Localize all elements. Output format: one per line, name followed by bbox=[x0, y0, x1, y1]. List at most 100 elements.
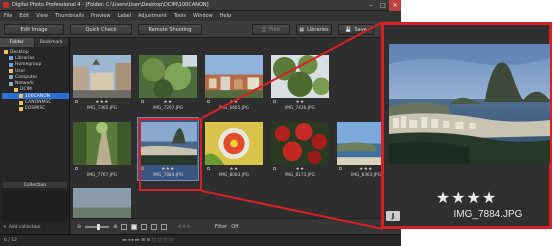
remote-shooting-label: Remote Shooting bbox=[148, 26, 192, 33]
view-large-icon[interactable] bbox=[131, 223, 138, 230]
quick-check-button[interactable]: Quick Check bbox=[70, 24, 132, 35]
image-count: 6 / 12 bbox=[4, 238, 17, 243]
print-button[interactable]: ⎙ Print bbox=[252, 24, 290, 35]
thumbnail-image[interactable] bbox=[73, 122, 131, 165]
add-collection-button[interactable]: + Add collection bbox=[3, 225, 41, 230]
folder-icon bbox=[9, 75, 13, 80]
menu-file[interactable]: File bbox=[4, 13, 12, 19]
menu-thumbnails[interactable]: Thumbnails bbox=[55, 13, 84, 19]
filter-value[interactable]: Off bbox=[231, 224, 238, 230]
thumbnail-image[interactable] bbox=[205, 55, 263, 98]
window-title: Digital Photo Professional 4 - [Folder: … bbox=[12, 2, 209, 8]
print-icon: ⎙ bbox=[261, 26, 266, 33]
thumbnail-image[interactable] bbox=[271, 55, 329, 98]
libraries-icon: ▦ bbox=[299, 26, 305, 33]
remote-shooting-button[interactable]: Remote Shooting bbox=[138, 24, 202, 35]
thumbnail-cell[interactable]: ★★ IMG_8083.JPG bbox=[204, 118, 264, 180]
zoomed-thumbnail-panel: ★★★★ J IMG_7884.JPG bbox=[381, 22, 552, 229]
zoom-in-icon[interactable]: ⊕ bbox=[113, 224, 117, 230]
thumbnail-filename: IMG_7365.JPG bbox=[87, 106, 117, 111]
folder-icon bbox=[9, 81, 13, 86]
nav-icons[interactable]: ◂◂ ◂ ▸ ▸▸ ⊞ ⊟ ▢ ▢ ▢ ▢ bbox=[122, 238, 173, 243]
folder-tree: Desktop Libraries Homegroup User Computer Net… bbox=[0, 47, 69, 112]
edit-image-label: Edit Image bbox=[20, 26, 48, 33]
toolbar: Edit Image Quick Check Remote Shooting ⎙… bbox=[0, 21, 401, 38]
tree-item-label: Libraries bbox=[15, 55, 35, 61]
close-icon[interactable]: × bbox=[389, 0, 401, 11]
maximize-icon[interactable]: □ bbox=[377, 0, 389, 11]
thumbnail-cell[interactable]: ★★★ IMG_7365.JPG bbox=[72, 51, 132, 113]
jpeg-badge: J bbox=[386, 211, 400, 221]
collection-list bbox=[2, 190, 68, 223]
thumbnail-image[interactable] bbox=[139, 55, 197, 98]
zoomed-star-rating: ★★★★ bbox=[435, 188, 498, 207]
libraries-label: Libraries bbox=[307, 26, 329, 33]
folder-icon bbox=[9, 56, 13, 61]
thumbnail-filename: IMG_8173.JPG bbox=[285, 173, 315, 178]
thumbnail-image[interactable] bbox=[73, 188, 131, 218]
menu-view[interactable]: View bbox=[36, 13, 48, 19]
save-icon: 💾 bbox=[345, 26, 352, 33]
thumbnail-image[interactable] bbox=[271, 122, 329, 165]
highlight-rectangle bbox=[139, 118, 202, 191]
view-compare-icon[interactable] bbox=[161, 223, 168, 230]
minimize-icon[interactable]: – bbox=[365, 0, 377, 11]
tree-item-label: EOSMISC bbox=[25, 106, 46, 112]
edit-image-button[interactable]: Edit Image bbox=[4, 24, 64, 35]
title-bar: Digital Photo Professional 4 - [Folder: … bbox=[0, 0, 401, 11]
view-list-icon[interactable] bbox=[141, 223, 148, 230]
folder-icon bbox=[19, 106, 23, 111]
menu-help[interactable]: Help bbox=[220, 13, 231, 19]
collection-tab[interactable]: Collection bbox=[2, 181, 68, 189]
thumbnail-image[interactable] bbox=[205, 122, 263, 165]
save-button[interactable]: 💾 Save bbox=[338, 24, 374, 35]
folder-icon bbox=[4, 50, 8, 55]
thumbnail-cell[interactable]: ★★ IMG_7436.JPG bbox=[270, 51, 330, 113]
panel-tabs: Folder Bookmark bbox=[0, 38, 69, 47]
plus-icon: + bbox=[3, 225, 7, 230]
menu-window[interactable]: Window bbox=[193, 13, 213, 19]
tree-item-label: Desktop bbox=[10, 49, 29, 55]
libraries-button[interactable]: ▦ Libraries bbox=[296, 24, 332, 35]
tab-folder[interactable]: Folder bbox=[0, 38, 35, 47]
menu-tools[interactable]: Tools bbox=[174, 13, 186, 19]
thumbnail-image[interactable] bbox=[73, 55, 131, 98]
folder-icon bbox=[14, 87, 18, 92]
star-rating[interactable]: ★★ bbox=[270, 100, 330, 105]
left-panel: Folder Bookmark Desktop Libraries Homegrou… bbox=[0, 38, 70, 234]
thumbnail-cell[interactable] bbox=[72, 184, 132, 218]
view-small-icon[interactable] bbox=[121, 223, 128, 230]
star-rating[interactable]: ★★ bbox=[204, 167, 264, 172]
zoom-out-icon[interactable]: ⊖ bbox=[77, 224, 81, 230]
menu-edit[interactable]: Edit bbox=[19, 13, 29, 19]
tree-item-label: 100CANON bbox=[25, 93, 51, 99]
bottom-toolbar: ⊖ ⊕ ☆☆☆ Filter Off bbox=[71, 218, 401, 234]
star-rating[interactable]: ★★ bbox=[270, 167, 330, 172]
window-controls: – □ × bbox=[365, 0, 401, 11]
folder-icon bbox=[9, 69, 13, 74]
app-icon bbox=[3, 2, 9, 8]
star-rating[interactable]: ★★★ bbox=[72, 100, 132, 105]
tree-item-label: User bbox=[15, 68, 26, 74]
checkmark-box[interactable] bbox=[75, 167, 78, 170]
thumbnail-filename: IMG_8083.JPG bbox=[219, 173, 249, 178]
menu-label[interactable]: Label bbox=[117, 13, 131, 19]
tree-item[interactable]: EOSMISC bbox=[2, 106, 69, 112]
thumbnail-cell[interactable]: ★★ IMG_7207.JPG bbox=[138, 51, 198, 113]
menu-preview[interactable]: Preview bbox=[91, 13, 110, 19]
menu-adjustment[interactable]: Adjustment bbox=[138, 13, 167, 19]
thumbnail-size-slider[interactable] bbox=[85, 223, 110, 230]
thumbnail-filename: IMG_6665.JPG bbox=[219, 106, 249, 111]
save-label: Save bbox=[354, 26, 367, 33]
view-grid-icon[interactable] bbox=[151, 223, 158, 230]
thumbnail-cell[interactable]: ★★ IMG_8173.JPG bbox=[270, 118, 330, 180]
tree-item-label: Network bbox=[15, 81, 34, 87]
thumbnail-cell[interactable]: ★★ IMG_6665.JPG bbox=[204, 51, 264, 113]
star-rating[interactable]: ★★ bbox=[138, 100, 198, 105]
tab-bookmark[interactable]: Bookmark bbox=[35, 38, 69, 47]
stars-filter-icon[interactable]: ☆☆☆ bbox=[177, 224, 190, 230]
star-rating[interactable]: ★★ bbox=[204, 100, 264, 105]
tree-item-label: DCIM bbox=[20, 87, 32, 93]
menu-bar: File Edit View Thumbnails Preview Label … bbox=[0, 11, 401, 21]
thumbnail-cell[interactable]: IMG_7767.JPG bbox=[72, 118, 132, 180]
